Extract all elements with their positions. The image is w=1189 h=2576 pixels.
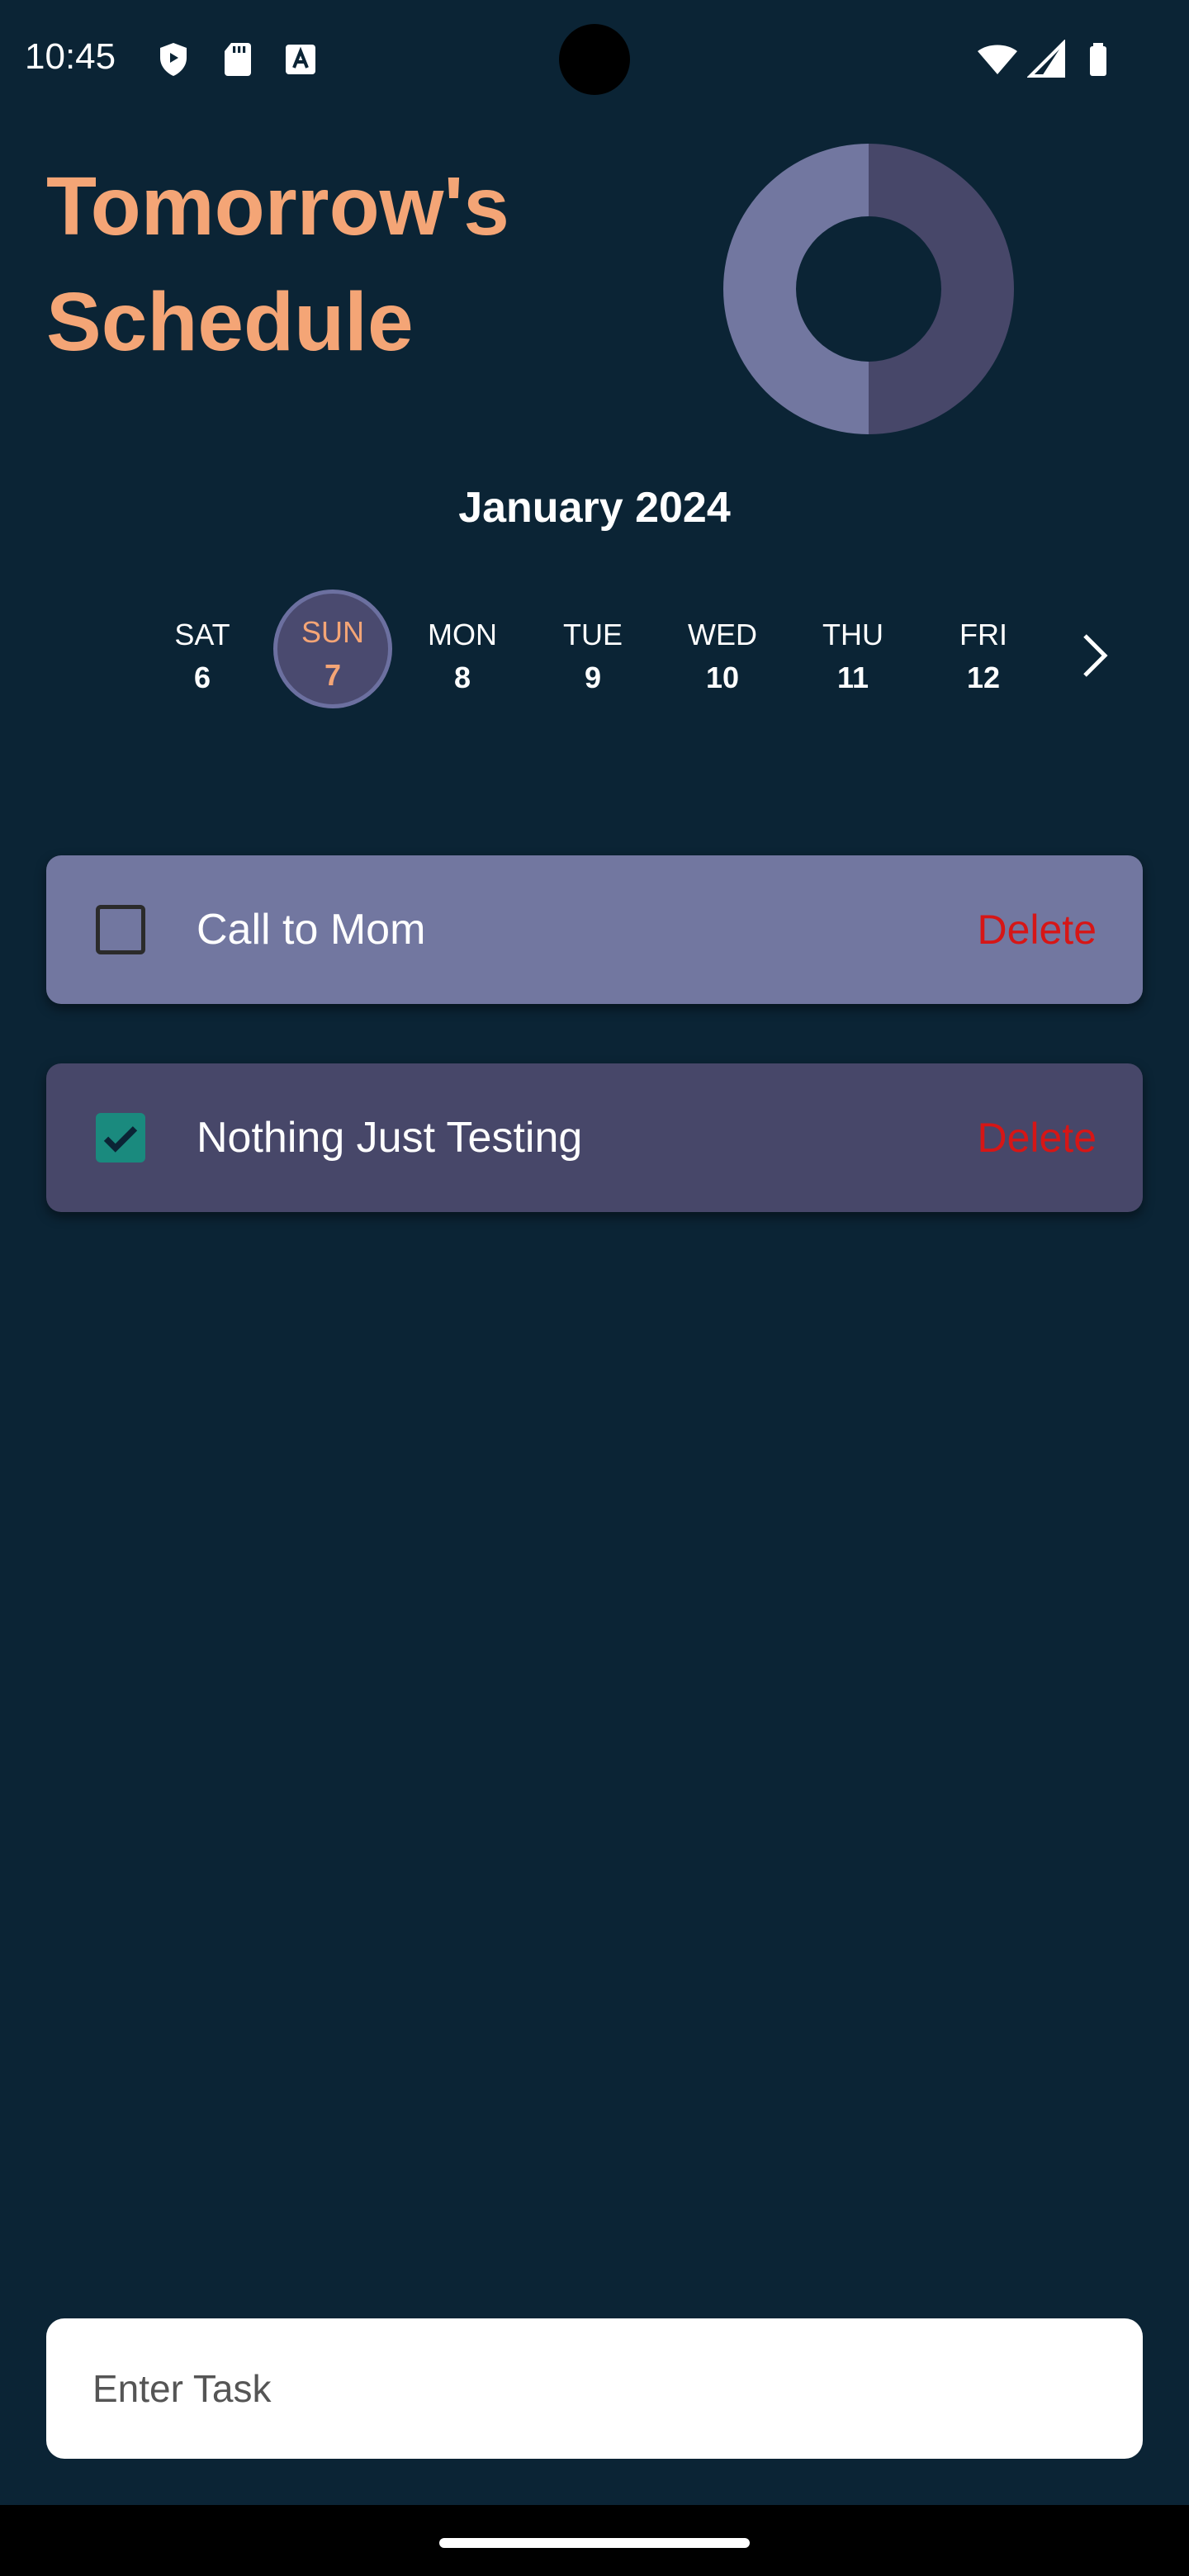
day-name: SUN (301, 615, 364, 649)
camera-cutout (559, 24, 630, 95)
delete-button[interactable]: Delete (977, 1063, 1097, 1212)
day-date: 8 (453, 661, 471, 694)
progress-donut-chart (723, 144, 1014, 434)
shield-icon (160, 43, 187, 76)
delete-button[interactable]: Delete (977, 855, 1097, 1004)
day-name: MON (428, 618, 497, 651)
day-item-wed[interactable]: WED 10 (669, 596, 776, 703)
day-date: 6 (193, 661, 211, 694)
day-date: 11 (836, 661, 869, 694)
day-item-fri[interactable]: FRI 12 (930, 596, 1037, 703)
donut-slice-1 (723, 144, 869, 434)
font-app-icon (286, 45, 315, 74)
wifi-icon (978, 45, 1017, 74)
day-date: 7 (324, 658, 342, 692)
day-item-mon[interactable]: MON 8 (409, 596, 516, 703)
day-name: THU (822, 618, 883, 651)
status-time: 10:45 (25, 36, 116, 77)
day-date: 10 (705, 661, 740, 694)
battery-icon (1090, 43, 1106, 76)
day-name: FRI (959, 618, 1007, 651)
task-card: Nothing Just Testing Delete (46, 1063, 1143, 1212)
day-date: 12 (966, 661, 1001, 694)
task-label: Call to Mom (197, 906, 426, 954)
page-title: Tomorrow's Schedule (46, 160, 509, 368)
day-name: TUE (563, 618, 623, 651)
donut-slice-0 (869, 144, 1014, 434)
day-name: SAT (174, 618, 230, 651)
day-date: 9 (584, 661, 602, 694)
calendar-month: January 2024 (458, 484, 731, 532)
task-checkbox[interactable] (96, 1113, 145, 1163)
task-label: Nothing Just Testing (197, 1114, 583, 1162)
day-item-sat[interactable]: SAT 6 (149, 596, 256, 703)
status-bar: 10:45 (0, 0, 1189, 116)
day-picker: SAT 6 SUN 7 MON 8 TUE 9 WED 10 THU 11 FRI 12 (0, 590, 1189, 716)
task-checkbox[interactable] (96, 905, 145, 954)
checkmark-icon (103, 1126, 138, 1153)
task-card: Call to Mom Delete (46, 855, 1143, 1004)
day-item-tue[interactable]: TUE 9 (539, 596, 647, 703)
day-item-thu[interactable]: THU 11 (799, 596, 907, 703)
sd-card-icon (225, 43, 251, 76)
signal-icon (1027, 40, 1065, 78)
home-gesture-handle[interactable] (439, 2538, 750, 2548)
chevron-right-icon[interactable] (1078, 632, 1111, 679)
day-item-sun[interactable]: SUN 7 (273, 590, 392, 708)
navigation-bar (0, 2505, 1189, 2576)
task-input[interactable]: Enter Task (46, 2318, 1143, 2459)
day-name: WED (688, 618, 757, 651)
